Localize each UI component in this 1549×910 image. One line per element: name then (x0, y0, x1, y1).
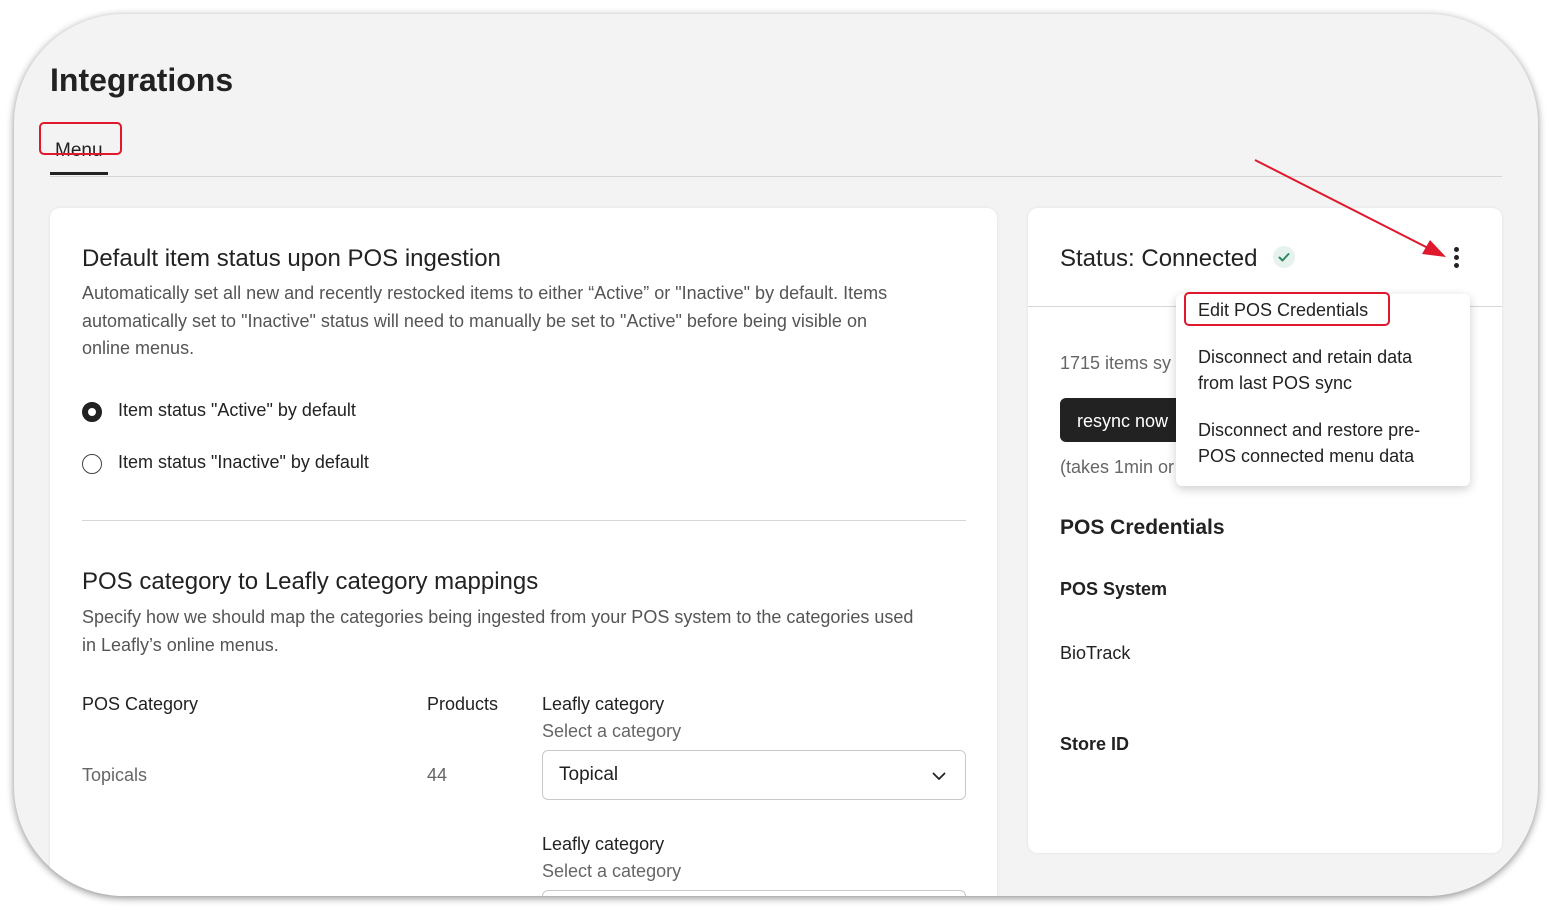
desc-line: Automatically set all new and recently r… (82, 283, 888, 303)
sync-count-text: 1715 items sy (1060, 353, 1172, 373)
more-vertical-icon[interactable] (1454, 247, 1460, 271)
store-id-label: Store ID (1060, 734, 1130, 754)
leafly-category-select[interactable]: Topical (542, 750, 966, 800)
pos-system-label: POS System (1060, 579, 1168, 599)
desc-line: Specify how we should map the categories… (82, 607, 914, 627)
radio-button-inactive[interactable] (82, 454, 102, 474)
menu-item-label: from last POS sync (1198, 373, 1353, 393)
pos-category-cell: Topicals (82, 765, 148, 785)
select-hint: Select a category (542, 721, 682, 741)
tab-bar: Menu (50, 124, 1502, 177)
col-header-products: Products (427, 694, 499, 714)
table-row: Topicals 44 Topical (82, 750, 966, 802)
menu-item-disconnect-retain[interactable]: Disconnect and retain data from last POS… (1198, 344, 1412, 396)
menu-item-label: Disconnect and restore pre- (1198, 420, 1421, 440)
radio-button-active[interactable] (82, 402, 102, 422)
desc-line: automatically set to "Inactive" status w… (82, 310, 867, 331)
radio-label-active: Item status "Active" by default (118, 400, 356, 420)
radio-option-active[interactable]: Item status "Active" by default (82, 400, 502, 424)
mappings-heading: POS category to Leafly category mappings (82, 568, 539, 595)
col-header-pos-category: POS Category (82, 694, 199, 714)
table-row (82, 890, 966, 896)
menu-item-label: POS connected menu data (1198, 446, 1415, 466)
pos-system-value: BioTrack (1060, 643, 1131, 663)
products-cell: 44 (427, 765, 448, 785)
mappings-description: Specify how we should map the categories… (82, 604, 913, 659)
chevron-down-icon (931, 768, 947, 789)
desc-line: online menus. (82, 338, 195, 358)
select-hint: Select a category (542, 861, 682, 881)
page-title: Integrations (50, 62, 234, 98)
settings-card: Default item status upon POS ingestion A… (50, 208, 997, 896)
col-header-leafly-category: Leafly category (542, 694, 665, 714)
menu-item-disconnect-restore[interactable]: Disconnect and restore pre- POS connecte… (1198, 417, 1420, 469)
default-status-description: Automatically set all new and recently r… (82, 280, 887, 363)
credentials-heading: POS Credentials (1060, 516, 1225, 539)
status-title: Status: Connected (1060, 245, 1258, 272)
section-divider (82, 520, 966, 521)
sync-duration-text: (takes 1min or (1060, 457, 1175, 477)
radio-option-inactive[interactable]: Item status "Inactive" by default (82, 452, 502, 476)
leafly-category-select[interactable] (542, 890, 966, 896)
desc-line: in Leafly’s online menus. (82, 634, 279, 655)
col-header-leafly-category: Leafly category (542, 834, 665, 854)
resync-now-label: resync now (1077, 411, 1169, 431)
check-circle-icon (1273, 246, 1295, 268)
radio-label-inactive: Item status "Inactive" by default (118, 452, 369, 472)
annotation-box-edit-credentials (1184, 292, 1390, 326)
app-frame: Integrations Menu Default item status up… (14, 14, 1538, 896)
leafly-category-select-value: Topical (559, 764, 619, 785)
default-status-heading: Default item status upon POS ingestion (82, 245, 501, 272)
annotation-box-menu-tab (39, 122, 122, 155)
menu-item-label: Disconnect and retain data (1198, 347, 1413, 367)
